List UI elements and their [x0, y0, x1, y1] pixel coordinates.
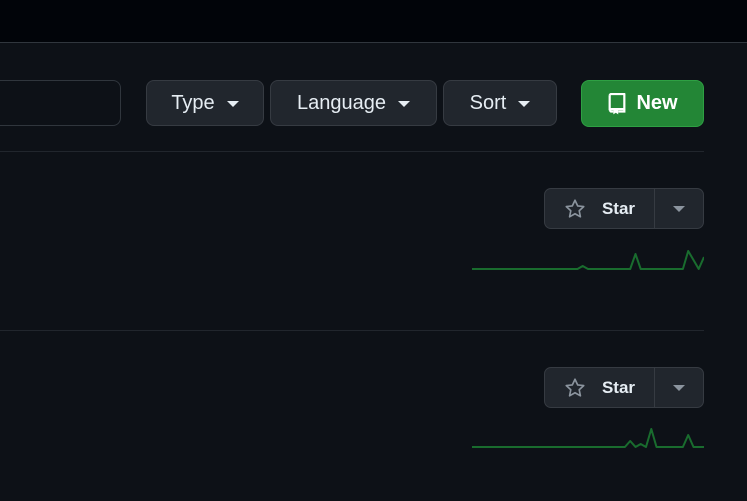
star-button[interactable]: Star: [545, 368, 655, 407]
chevron-down-icon: [673, 384, 685, 391]
new-repository-button[interactable]: New: [581, 80, 704, 127]
type-filter-label: Type: [171, 91, 215, 114]
list-divider: [0, 151, 704, 152]
star-lists-dropdown[interactable]: [655, 189, 703, 228]
repository-search-input[interactable]: [0, 80, 121, 126]
star-label: Star: [601, 198, 636, 218]
chevron-down-icon: [226, 101, 239, 107]
list-divider: [0, 330, 704, 331]
language-filter-label: Language: [297, 91, 386, 114]
star-icon: [565, 377, 585, 397]
star-button-group: Star: [544, 188, 704, 229]
sort-filter-button[interactable]: Sort: [443, 80, 557, 126]
sparkline-series-line: [472, 250, 704, 270]
star-lists-dropdown[interactable]: [655, 368, 703, 407]
star-icon: [565, 198, 585, 218]
sort-filter-label: Sort: [469, 91, 507, 114]
repo-icon: [609, 92, 626, 114]
activity-sparkline: [472, 250, 704, 270]
star-button-group: Star: [544, 367, 704, 408]
chevron-down-icon: [518, 101, 531, 107]
chevron-down-icon: [673, 205, 685, 212]
star-button[interactable]: Star: [545, 189, 655, 228]
sparkline-series-line: [472, 428, 704, 448]
new-button-label: New: [636, 92, 678, 114]
star-label: Star: [601, 377, 636, 397]
type-filter-button[interactable]: Type: [146, 80, 264, 126]
activity-sparkline: [472, 428, 704, 448]
top-header-bar: [0, 0, 747, 43]
language-filter-button[interactable]: Language: [270, 80, 437, 126]
chevron-down-icon: [397, 101, 410, 107]
